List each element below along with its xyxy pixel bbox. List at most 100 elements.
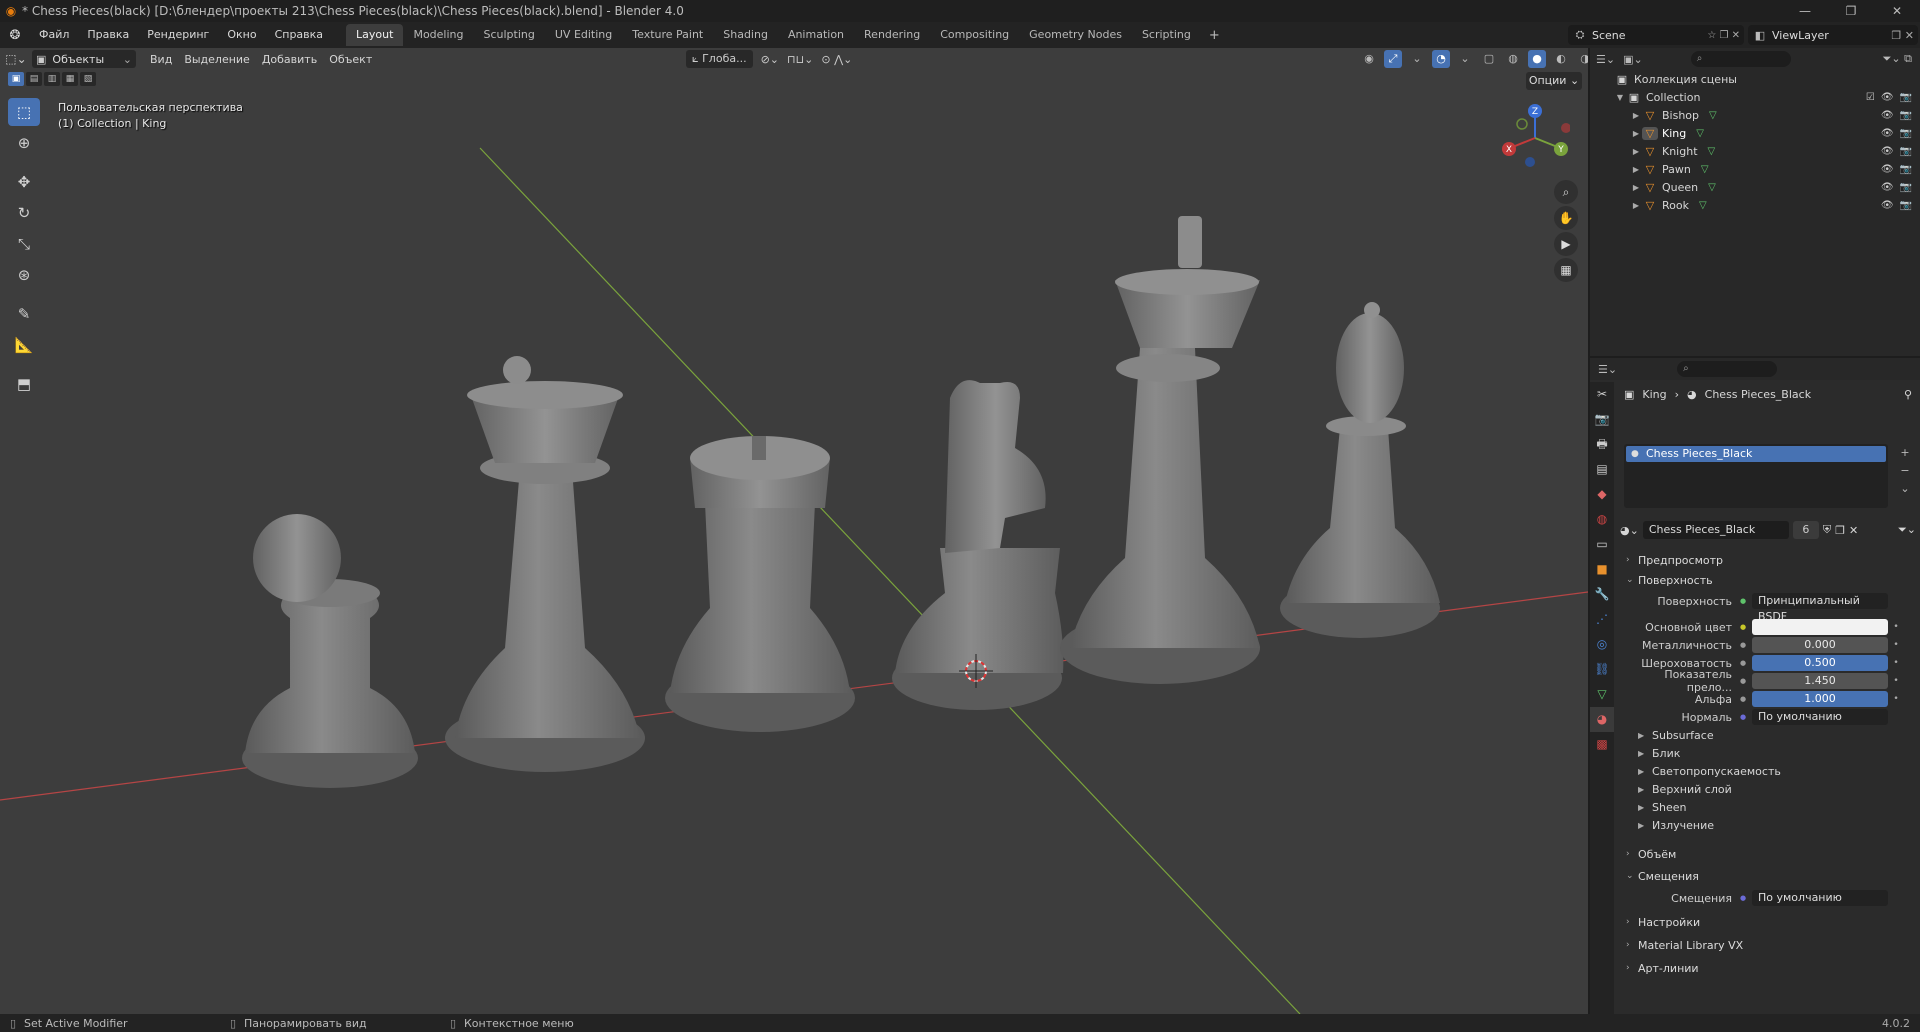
tool-tab-icon[interactable]: ✂ <box>1590 382 1614 407</box>
eye-icon[interactable]: 👁 <box>1881 128 1894 139</box>
annotate-tool-icon[interactable]: ✎ <box>8 300 40 328</box>
keyframe-icon[interactable]: • <box>1888 640 1904 650</box>
interaction-mode-dropdown[interactable]: ▣ Объекты ⌄ <box>32 50 136 68</box>
select-intersect-icon[interactable]: ▧ <box>80 72 96 86</box>
ortho-grid-icon[interactable]: ▦ <box>1554 258 1578 282</box>
collection-tab-icon[interactable]: ▭ <box>1590 532 1614 557</box>
add-slot-icon[interactable]: + <box>1896 444 1914 462</box>
tab-compositing[interactable]: Compositing <box>930 24 1019 46</box>
view-layer-tab-icon[interactable]: ▤ <box>1590 457 1614 482</box>
expand-arrow-icon[interactable]: ▶ <box>1630 183 1642 192</box>
options-button[interactable]: Опции ⌄ <box>1526 72 1582 90</box>
unlink-material-icon[interactable]: ✕ <box>1849 524 1858 537</box>
visibility-icon[interactable]: ◉ <box>1360 50 1378 68</box>
scene-tools-icon[interactable]: ☆ ❐ ✕ <box>1690 30 1744 41</box>
surface-panel-header[interactable]: ⌄ Поверхность <box>1620 570 1916 590</box>
tab-modeling[interactable]: Modeling <box>403 24 473 46</box>
add-workspace-button[interactable]: + <box>1201 28 1228 43</box>
viewlayer-tools-icon[interactable]: ❐ ✕ <box>1878 29 1918 42</box>
tab-sculpting[interactable]: Sculpting <box>474 24 545 46</box>
scene-selector[interactable]: ⛭ Scene ☆ ❐ ✕ <box>1568 25 1744 45</box>
subpanel-emission[interactable]: ▶ Излучение <box>1620 816 1916 834</box>
camera-icon[interactable]: 📷 <box>1900 200 1912 211</box>
roughness-field[interactable]: 0.500 <box>1752 655 1888 671</box>
eye-icon[interactable]: 👁 <box>1881 200 1894 211</box>
wireframe-shading-icon[interactable]: ◍ <box>1504 50 1522 68</box>
select-box-tool-icon[interactable]: ⬚ <box>8 98 40 126</box>
gizmo-neg-x-axis[interactable] <box>1561 123 1570 133</box>
eye-icon[interactable]: 👁 <box>1881 182 1894 193</box>
normal-field[interactable]: По умолчанию <box>1752 709 1888 725</box>
menu-help[interactable]: Справка <box>266 22 332 48</box>
pan-hand-icon[interactable]: ✋ <box>1554 206 1578 230</box>
pawn-piece[interactable] <box>242 514 418 788</box>
material-slot[interactable]: Chess Pieces_Black <box>1626 446 1886 462</box>
expand-arrow-icon[interactable]: ▶ <box>1630 129 1642 138</box>
expand-arrow-icon[interactable]: ▶ <box>1630 111 1642 120</box>
navigation-gizmo[interactable]: Z Y X <box>1500 100 1570 170</box>
camera-view-icon[interactable]: ▶ <box>1554 232 1578 256</box>
viewport-menu-view[interactable]: Вид <box>144 53 178 66</box>
fake-user-icon[interactable]: ⛨ <box>1823 523 1831 537</box>
keyframe-icon[interactable]: • <box>1888 622 1904 632</box>
overlay-toggle-icon[interactable]: ◔ <box>1432 50 1450 68</box>
select-extend-icon[interactable]: ▤ <box>26 72 42 86</box>
camera-icon[interactable]: 📷 <box>1900 182 1912 193</box>
viewlayer-selector[interactable]: ◧ ViewLayer ❐ ✕ <box>1748 25 1918 45</box>
editor-type-icon[interactable]: ⬚⌄ <box>0 52 32 66</box>
subpanel-coat[interactable]: ▶ Верхний слой <box>1620 780 1916 798</box>
menu-file[interactable]: Файл <box>30 22 78 48</box>
expand-arrow-icon[interactable]: ▶ <box>1630 165 1642 174</box>
king-piece[interactable] <box>1060 216 1260 684</box>
duplicate-material-icon[interactable]: ❐ <box>1835 524 1845 537</box>
pin-icon[interactable]: ⚲ <box>1904 388 1920 401</box>
outliner-item-pawn[interactable]: ▶ ▽ Pawn ▽ 👁 📷 <box>1590 160 1920 178</box>
expand-arrow-icon[interactable]: ▶ <box>1630 201 1642 210</box>
outliner-item-king[interactable]: ▶ ▽ King ▽ 👁 📷 <box>1590 124 1920 142</box>
tab-layout[interactable]: Layout <box>346 24 404 46</box>
subpanel-specular[interactable]: ▶ Блик <box>1620 744 1916 762</box>
material-users-count[interactable]: 6 <box>1792 521 1819 539</box>
outliner-item-rook[interactable]: ▶ ▽ Rook ▽ 👁 📷 <box>1590 196 1920 214</box>
displacement-field[interactable]: По умолчанию <box>1752 890 1888 906</box>
camera-icon[interactable]: 📷 <box>1900 146 1912 157</box>
scene-name[interactable]: Scene <box>1592 29 1690 42</box>
rotate-tool-icon[interactable]: ↻ <box>8 199 40 227</box>
tab-scripting[interactable]: Scripting <box>1132 24 1201 46</box>
cursor-tool-icon[interactable]: ⊕ <box>8 129 40 157</box>
blender-menu-icon[interactable]: ❂ <box>0 28 30 43</box>
subpanel-subsurface[interactable]: ▶ Subsurface <box>1620 726 1916 744</box>
data-tab-icon[interactable]: ▽ <box>1590 682 1614 707</box>
slot-specials-icon[interactable]: ⌄ <box>1896 480 1914 498</box>
constraints-tab-icon[interactable]: ⛓ <box>1590 657 1614 682</box>
bishop-piece[interactable] <box>1280 302 1440 638</box>
properties-search-input[interactable]: ⌕ <box>1677 361 1778 377</box>
menu-render[interactable]: Рендеринг <box>138 22 218 48</box>
texture-tab-icon[interactable]: ▩ <box>1590 732 1614 757</box>
rook-piece[interactable] <box>665 436 855 732</box>
output-tab-icon[interactable]: 🖶 <box>1590 432 1614 457</box>
physics-tab-icon[interactable]: ◎ <box>1590 632 1614 657</box>
modifier-tab-icon[interactable]: 🔧 <box>1590 582 1614 607</box>
eye-icon[interactable]: 👁 <box>1881 164 1894 175</box>
transform-tool-icon[interactable]: ⊛ <box>8 261 40 289</box>
subpanel-transmission[interactable]: ▶ Светопропускаемость <box>1620 762 1916 780</box>
keyframe-icon[interactable]: • <box>1888 676 1904 686</box>
outliner-scene-collection[interactable]: ▣ Коллекция сцены <box>1590 70 1920 88</box>
tab-geometry-nodes[interactable]: Geometry Nodes <box>1019 24 1132 46</box>
overlay-dropdown-icon[interactable]: ⌄ <box>1456 50 1474 68</box>
particles-tab-icon[interactable]: ⋰ <box>1590 607 1614 632</box>
tab-rendering[interactable]: Rendering <box>854 24 930 46</box>
viewport-menu-select[interactable]: Выделение <box>178 53 256 66</box>
pivot-point-icon[interactable]: ⊘⌄ <box>761 53 779 66</box>
minimize-button[interactable]: — <box>1782 0 1828 22</box>
rendered-shading-icon[interactable]: ◑ <box>1576 50 1588 68</box>
outliner-display-mode-icon[interactable]: ▣⌄ <box>1623 53 1643 66</box>
outliner-editor-type-icon[interactable]: ☰⌄ <box>1596 53 1615 66</box>
metallic-field[interactable]: 0.000 <box>1752 637 1888 653</box>
expand-arrow-icon[interactable]: ▶ <box>1630 147 1642 156</box>
checkbox-icon[interactable]: ☑ <box>1866 92 1875 103</box>
camera-icon[interactable]: 📷 <box>1900 164 1912 175</box>
measure-tool-icon[interactable]: 📐 <box>8 331 40 359</box>
gizmo-neg-y-axis[interactable] <box>1516 118 1528 130</box>
